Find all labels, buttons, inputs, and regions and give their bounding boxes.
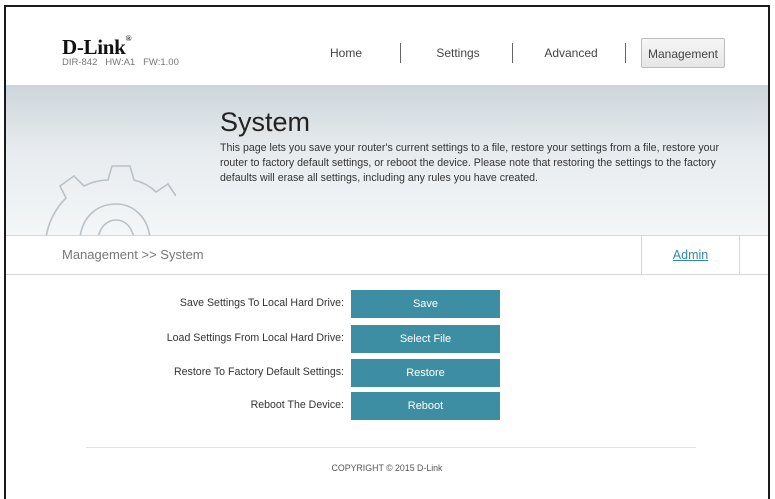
breadcrumb: Management >> System — [62, 247, 204, 262]
save-button[interactable]: Save — [351, 290, 500, 318]
header: D-Link® DIR-842 HW:A1 FW:1.00 Home Setti… — [6, 7, 768, 85]
reboot-button[interactable]: Reboot — [351, 392, 500, 420]
page-banner: System This page lets you save your rout… — [6, 85, 768, 239]
select-file-button[interactable]: Select File — [351, 325, 500, 353]
reboot-label: Reboot The Device: — [250, 399, 344, 411]
restore-defaults-label: Restore To Factory Default Settings: — [174, 366, 344, 378]
load-settings-label: Load Settings From Local Hard Drive: — [166, 332, 344, 344]
nav-management[interactable]: Management — [641, 38, 725, 68]
gear-icon — [45, 165, 176, 239]
nav-separator — [512, 43, 513, 63]
reboot-row: Reboot The Device: Reboot — [6, 392, 768, 420]
tab-admin[interactable]: Admin — [641, 236, 740, 275]
nav-home[interactable]: Home — [306, 38, 386, 68]
nav-separator — [625, 43, 626, 63]
page-title: System — [220, 107, 311, 137]
load-settings-row: Load Settings From Local Hard Drive: Sel… — [6, 325, 768, 353]
copyright: COPYRIGHT © 2015 D-Link — [331, 463, 443, 473]
nav-settings[interactable]: Settings — [418, 38, 498, 68]
save-settings-row: Save Settings To Local Hard Drive: Save — [6, 290, 768, 318]
restore-defaults-row: Restore To Factory Default Settings: Res… — [6, 359, 768, 387]
page-description: This page lets you save your router's cu… — [220, 142, 719, 184]
nav-separator — [400, 43, 401, 63]
save-settings-label: Save Settings To Local Hard Drive: — [179, 297, 344, 309]
breadcrumb-bar: Management >> System Admin — [6, 235, 768, 275]
footer-divider — [86, 447, 696, 448]
admin-link[interactable]: Admin — [673, 248, 708, 262]
nav-advanced[interactable]: Advanced — [531, 38, 611, 68]
main-nav: Home Settings Advanced Management — [6, 38, 768, 68]
restore-button[interactable]: Restore — [351, 359, 500, 387]
router-admin-page: D-Link® DIR-842 HW:A1 FW:1.00 Home Setti… — [4, 5, 770, 499]
